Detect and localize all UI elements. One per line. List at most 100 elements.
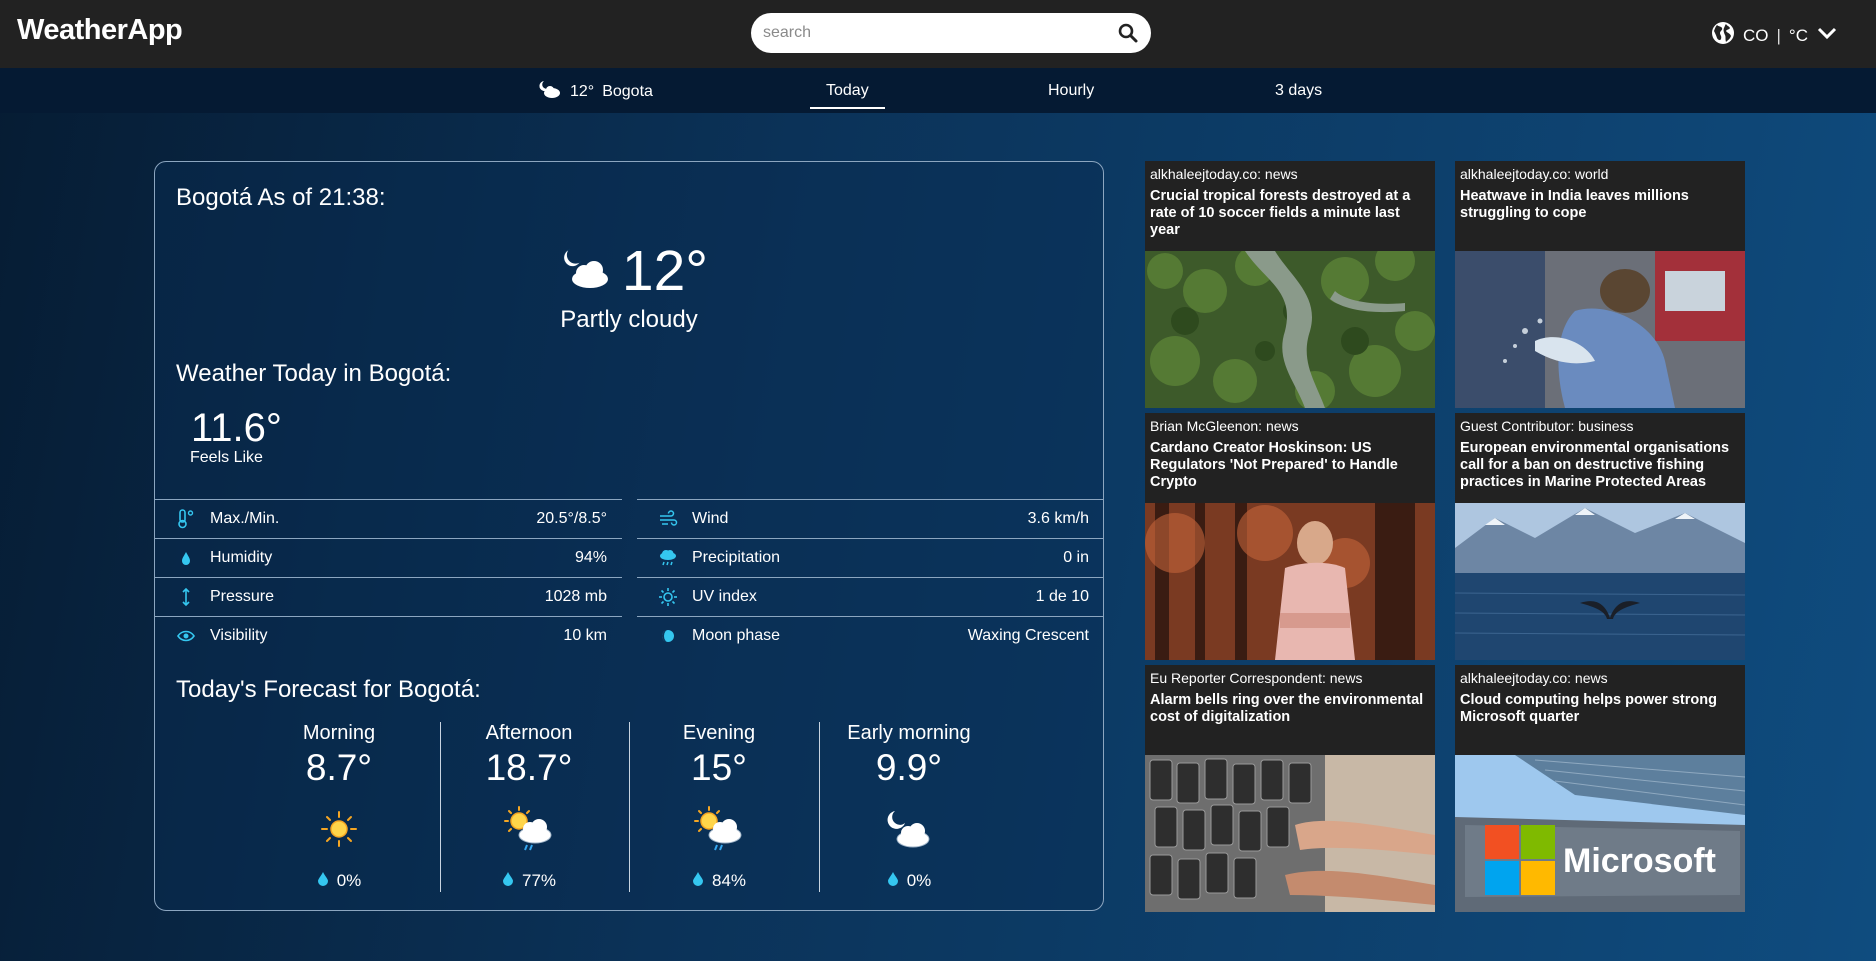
tab-3-days[interactable]: 3 days <box>1275 82 1322 100</box>
news-source: Guest Contributor: business <box>1460 418 1634 434</box>
forecast-period-name: Morning <box>302 722 376 744</box>
nav-current-weather[interactable]: 12° Bogota <box>538 79 653 104</box>
country-code: CO <box>1743 25 1769 45</box>
forecast-period-temp: 18.7° <box>485 747 573 788</box>
eye-icon <box>176 626 196 646</box>
pressure-icon <box>176 587 196 607</box>
stat-moon-phase: Moon phase Waxing Crescent <box>637 616 1104 655</box>
news-source: alkhaleejtoday.co: world <box>1460 166 1609 182</box>
feels-like: 11.6° Feels Like <box>190 406 282 467</box>
forecast-period: Morning 8.7° 0% <box>244 722 434 892</box>
stat-wind: Wind 3.6 km/h <box>637 499 1104 538</box>
tab-today[interactable]: Today <box>810 82 885 109</box>
stat-uv-index: UV index 1 de 10 <box>637 577 1104 616</box>
sun-uv-icon <box>658 587 678 607</box>
stat-value: 10 km <box>563 627 607 644</box>
forecast-period-temp: 8.7° <box>305 747 373 788</box>
stat-value: Waxing Crescent <box>967 627 1089 644</box>
news-card[interactable]: Brian McGleenon: news Cardano Creator Ho… <box>1145 413 1435 660</box>
forecast-precip-value: 0% <box>336 871 362 890</box>
forecast-precip: 0% <box>244 871 434 891</box>
forecast-title: Today's Forecast for Bogotá: <box>176 676 481 703</box>
forecast-precip-value: 77% <box>521 871 557 890</box>
news-title[interactable]: European environmental organisations cal… <box>1460 440 1740 491</box>
tab-hourly[interactable]: Hourly <box>1048 82 1094 100</box>
microsoft-wordmark: Microsoft <box>1563 842 1716 880</box>
moon-cloud-icon <box>814 799 1004 859</box>
forecast-precip-value: 0% <box>906 871 932 890</box>
search-box[interactable] <box>751 13 1151 53</box>
news-image[interactable] <box>1455 251 1745 408</box>
stat-value: 3.6 km/h <box>1027 510 1089 527</box>
forecast-precip: 77% <box>434 871 624 891</box>
droplet-icon <box>692 871 704 891</box>
moon-phase-icon <box>658 626 678 646</box>
stat-max-min: Max./Min. 20.5°/8.5° <box>155 499 622 538</box>
stat-visibility: Visibility 10 km <box>155 616 622 655</box>
current-conditions: 12° Partly cloudy <box>155 238 1103 334</box>
stat-value: 20.5°/8.5° <box>536 510 607 527</box>
forecast-period-name: Afternoon <box>485 722 573 744</box>
stat-label: Moon phase <box>692 627 781 644</box>
stat-label: Precipitation <box>692 549 781 566</box>
stats-left: Max./Min. 20.5°/8.5° Humidity 94% Pressu… <box>155 499 622 655</box>
search-input[interactable] <box>763 24 1117 42</box>
search-icon[interactable] <box>1117 22 1139 44</box>
droplet-icon <box>887 871 899 891</box>
news-card[interactable]: Guest Contributor: business European env… <box>1455 413 1745 660</box>
locale-selector[interactable]: CO | °C <box>1711 21 1838 50</box>
nav-city: Bogota <box>602 82 653 100</box>
forecast-period-name: Early morning <box>847 722 971 744</box>
news-card[interactable]: Eu Reporter Correspondent: news Alarm be… <box>1145 665 1435 912</box>
today-title: Weather Today in Bogotá: <box>176 360 452 387</box>
news-image[interactable] <box>1145 251 1435 408</box>
stat-precipitation: Precipitation 0 in <box>637 538 1104 577</box>
forecast-period: Afternoon 18.7° 77% <box>434 722 624 892</box>
news-card[interactable]: alkhaleejtoday.co: news Cloud computing … <box>1455 665 1745 912</box>
top-bar: WeatherApp CO | °C <box>0 0 1876 68</box>
droplet-icon <box>317 871 329 891</box>
forecast-period: Evening 15° 84% <box>624 722 814 892</box>
forecast-period-temp: 15° <box>691 747 747 788</box>
stats-right: Wind 3.6 km/h Precipitation 0 in UV inde… <box>637 499 1104 655</box>
stat-humidity: Humidity 94% <box>155 538 622 577</box>
stat-label: Wind <box>692 510 729 527</box>
rain-cloud-icon <box>658 548 678 568</box>
moon-cloud-icon <box>560 247 612 296</box>
droplet-icon <box>176 548 196 568</box>
stat-label: UV index <box>692 588 757 605</box>
nav-bar: 12° Bogota Today Hourly 3 days <box>0 68 1876 113</box>
forecast-period: Early morning 9.9° 0% <box>814 722 1004 892</box>
forecast-period-name: Evening <box>682 722 756 744</box>
nav-temp: 12° <box>570 82 595 100</box>
news-source: Eu Reporter Correspondent: news <box>1150 670 1363 686</box>
news-image[interactable] <box>1455 503 1745 660</box>
news-source: alkhaleejtoday.co: news <box>1460 670 1608 686</box>
news-image[interactable]: Microsoft <box>1455 755 1745 912</box>
news-card[interactable]: alkhaleejtoday.co: world Heatwave in Ind… <box>1455 161 1745 408</box>
news-card[interactable]: alkhaleejtoday.co: news Crucial tropical… <box>1145 161 1435 408</box>
stat-value: 94% <box>574 549 607 566</box>
news-title[interactable]: Alarm bells ring over the environmental … <box>1150 692 1430 726</box>
news-title[interactable]: Crucial tropical forests destroyed at a … <box>1150 188 1430 239</box>
droplet-icon <box>502 871 514 891</box>
current-temp: 12° <box>621 239 709 303</box>
news-source: Brian McGleenon: news <box>1150 418 1299 434</box>
stat-label: Visibility <box>210 627 268 644</box>
news-title[interactable]: Cloud computing helps power strong Micro… <box>1460 692 1740 726</box>
sun-cloud-rain-icon <box>624 799 814 859</box>
locale-divider: | <box>1776 25 1781 45</box>
stat-value: 1 de 10 <box>1035 588 1089 605</box>
stat-value: 1028 mb <box>544 588 607 605</box>
chevron-down-icon[interactable] <box>1816 25 1838 46</box>
news-title[interactable]: Cardano Creator Hoskinson: US Regulators… <box>1150 440 1430 491</box>
news-image[interactable] <box>1145 755 1435 912</box>
current-title: Bogotá As of 21:38: <box>176 184 386 211</box>
app-logo[interactable]: WeatherApp <box>17 14 183 47</box>
weather-card: Bogotá As of 21:38: 12° Partly cloudy We… <box>154 161 1104 911</box>
news-title[interactable]: Heatwave in India leaves millions strugg… <box>1460 188 1740 222</box>
news-image[interactable] <box>1145 503 1435 660</box>
wind-icon <box>658 509 678 529</box>
unit-label: °C <box>1788 25 1808 45</box>
globe-icon <box>1711 21 1735 50</box>
